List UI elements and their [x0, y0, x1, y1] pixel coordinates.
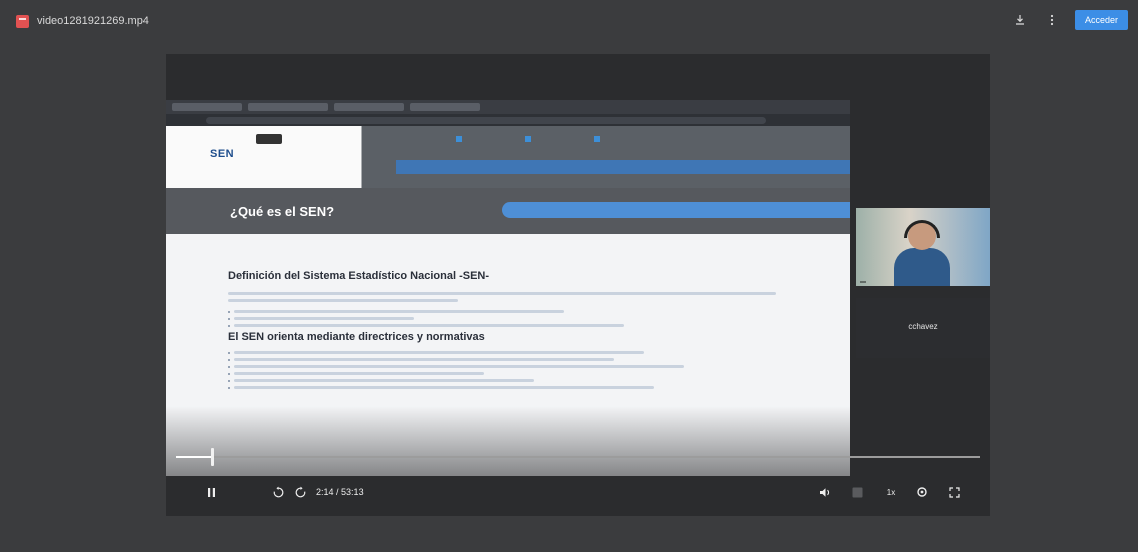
list-item	[228, 372, 850, 375]
section-title: El SEN orienta mediante directrices y no…	[228, 331, 485, 343]
page-content: Definición del Sistema Estadístico Nacio…	[166, 234, 850, 389]
seek-handle[interactable]	[211, 448, 215, 466]
viewer-topbar: video1281921269.mp4 Acceder	[0, 0, 1138, 42]
browser-tab	[172, 103, 242, 111]
playback-speed-button[interactable]: 1x	[882, 484, 900, 500]
address-bar	[206, 116, 766, 124]
current-time: 2:14	[316, 487, 334, 497]
browser-tab	[410, 103, 480, 111]
list-item	[228, 358, 850, 361]
page-hero: ¿Qué es el SEN?	[166, 188, 850, 234]
participant-name-tag	[860, 281, 866, 283]
list-item	[228, 351, 850, 354]
sen-logo: SEN	[210, 148, 235, 160]
file-name: video1281921269.mp4	[37, 15, 149, 27]
breadcrumb-bar	[502, 202, 850, 218]
player-controls: 2:14 / 53:13 1x	[166, 474, 990, 512]
list-item	[228, 386, 850, 389]
top-actions: Acceder	[1011, 10, 1128, 30]
text-line	[228, 299, 458, 302]
captions-icon[interactable]	[850, 484, 864, 500]
browser-tab	[334, 103, 404, 111]
contact-item	[594, 136, 603, 142]
browser-tab-strip	[166, 100, 850, 114]
seek-bar-played	[176, 456, 213, 458]
list-item	[228, 365, 850, 368]
text-line	[228, 292, 776, 295]
forward-10-icon[interactable]	[292, 484, 308, 500]
download-icon[interactable]	[1011, 11, 1029, 29]
video-file-icon	[16, 14, 29, 28]
list-item	[228, 317, 850, 320]
video-player[interactable]: SEN ¿Qué es el SEN? Definición del Siste…	[166, 54, 990, 516]
time-separator: /	[333, 487, 342, 497]
participant-camera	[856, 208, 990, 286]
speaker-tile: cchavez	[856, 298, 990, 358]
total-time: 53:13	[341, 487, 364, 497]
list-item	[228, 379, 850, 382]
shared-screen-frame: SEN ¿Qué es el SEN? Definición del Siste…	[166, 100, 850, 476]
settings-gear-icon[interactable]	[914, 484, 930, 500]
speaker-label: cchavez	[908, 322, 938, 331]
site-nav	[396, 160, 850, 174]
fullscreen-icon[interactable]	[946, 484, 962, 500]
list-item	[228, 324, 850, 327]
rewind-10-icon[interactable]	[270, 484, 286, 500]
contact-row	[456, 136, 603, 142]
pause-icon[interactable]	[204, 484, 218, 500]
more-vert-icon[interactable]	[1043, 11, 1061, 29]
seek-bar[interactable]	[176, 456, 980, 458]
time-readout: 2:14 / 53:13	[316, 487, 364, 497]
headset-icon	[904, 220, 940, 238]
contact-item	[525, 136, 534, 142]
open-access-button[interactable]: Acceder	[1074, 10, 1128, 30]
site-header: SEN	[166, 126, 850, 188]
list-item	[228, 310, 850, 313]
browser-address-row	[166, 114, 850, 126]
page-heading: ¿Qué es el SEN?	[230, 204, 335, 219]
browser-tab	[248, 103, 328, 111]
volume-icon[interactable]	[818, 484, 832, 500]
section-title: Definición del Sistema Estadístico Nacio…	[228, 270, 490, 282]
tooltip-badge	[256, 134, 282, 144]
controls-gradient	[166, 406, 850, 476]
contact-item	[456, 136, 465, 142]
